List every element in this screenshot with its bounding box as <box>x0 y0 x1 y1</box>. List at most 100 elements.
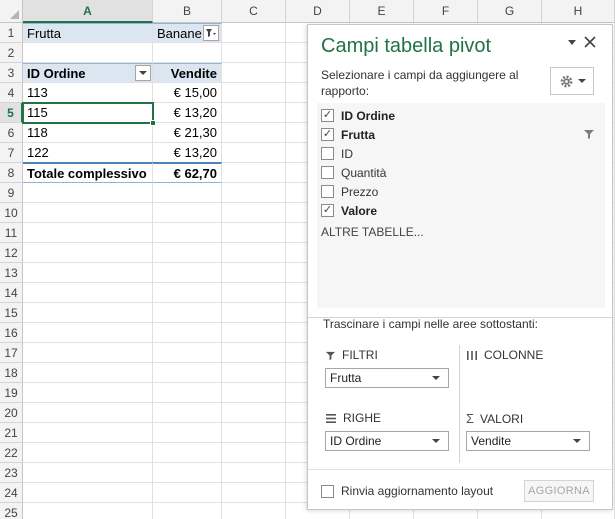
grid-cell[interactable] <box>222 303 286 323</box>
field-row-id[interactable]: ID <box>321 144 601 163</box>
grid-cell[interactable] <box>23 323 153 343</box>
grid-cell[interactable] <box>222 343 286 363</box>
grid-cell[interactable] <box>222 243 286 263</box>
row-header-8[interactable]: 8 <box>0 163 23 183</box>
column-header-f[interactable]: F <box>414 0 478 23</box>
row-header-11[interactable]: 11 <box>0 223 23 243</box>
row-header-20[interactable]: 20 <box>0 403 23 423</box>
grid-cell[interactable] <box>153 203 222 223</box>
cell-a3[interactable]: ID Ordine <box>23 63 153 83</box>
column-header-c[interactable]: C <box>222 0 286 23</box>
grid-cell[interactable] <box>153 483 222 503</box>
grid-cell[interactable] <box>222 323 286 343</box>
cell-a8[interactable]: Totale complessivo <box>23 162 153 183</box>
row-header-7[interactable]: 7 <box>0 143 23 163</box>
grid-cell[interactable] <box>222 483 286 503</box>
field-checkbox-quantita[interactable] <box>321 166 334 179</box>
row-header-9[interactable]: 9 <box>0 183 23 203</box>
row-labels-dropdown-button[interactable] <box>135 65 151 81</box>
row-header-22[interactable]: 22 <box>0 443 23 463</box>
grid-cell[interactable] <box>222 23 286 43</box>
grid-cell[interactable] <box>222 283 286 303</box>
field-checkbox-id-ordine[interactable]: ✓ <box>321 109 334 122</box>
grid-cell[interactable] <box>222 63 286 83</box>
grid-cell[interactable] <box>23 43 153 63</box>
cell-a5[interactable]: 115 <box>23 103 153 123</box>
grid-cell[interactable] <box>23 443 153 463</box>
grid-cell[interactable] <box>153 243 222 263</box>
grid-cell[interactable] <box>23 223 153 243</box>
grid-cell[interactable] <box>153 283 222 303</box>
grid-cell[interactable] <box>153 343 222 363</box>
cell-b7[interactable]: € 13,20 <box>153 143 222 163</box>
column-header-a[interactable]: A <box>23 0 153 23</box>
grid-cell[interactable] <box>222 443 286 463</box>
grid-cell[interactable] <box>222 463 286 483</box>
row-header-19[interactable]: 19 <box>0 383 23 403</box>
field-checkbox-frutta[interactable]: ✓ <box>321 128 334 141</box>
field-row-frutta[interactable]: ✓ Frutta <box>321 125 601 144</box>
grid-cell[interactable] <box>222 423 286 443</box>
row-header-25[interactable]: 25 <box>0 503 23 519</box>
row-header-5[interactable]: 5 <box>0 103 23 123</box>
rows-field-dropdown[interactable]: ID Ordine <box>325 431 449 451</box>
row-header-14[interactable]: 14 <box>0 283 23 303</box>
row-header-12[interactable]: 12 <box>0 243 23 263</box>
values-field-dropdown[interactable]: Vendite <box>466 431 590 451</box>
column-header-g[interactable]: G <box>478 0 542 23</box>
grid-cell[interactable] <box>23 303 153 323</box>
cell-b8[interactable]: € 62,70 <box>153 162 222 183</box>
grid-cell[interactable] <box>153 223 222 243</box>
row-header-13[interactable]: 13 <box>0 263 23 283</box>
grid-cell[interactable] <box>23 403 153 423</box>
filter-dropdown-button[interactable] <box>203 25 219 41</box>
grid-cell[interactable] <box>222 263 286 283</box>
grid-cell[interactable] <box>222 123 286 143</box>
row-header-4[interactable]: 4 <box>0 83 23 103</box>
grid-cell[interactable] <box>222 183 286 203</box>
row-header-18[interactable]: 18 <box>0 363 23 383</box>
grid-cell[interactable] <box>23 483 153 503</box>
field-list-settings-button[interactable] <box>550 67 594 95</box>
pane-close-button[interactable] <box>583 35 597 52</box>
grid-cell[interactable] <box>23 283 153 303</box>
field-row-quantita[interactable]: Quantità <box>321 163 601 182</box>
grid-cell[interactable] <box>153 303 222 323</box>
grid-cell[interactable] <box>153 463 222 483</box>
grid-cell[interactable] <box>153 443 222 463</box>
row-header-3[interactable]: 3 <box>0 63 23 83</box>
row-header-24[interactable]: 24 <box>0 483 23 503</box>
cell-b3[interactable]: Vendite <box>153 63 222 83</box>
grid-cell[interactable] <box>153 263 222 283</box>
cell-b4[interactable]: € 15,00 <box>153 83 222 103</box>
row-header-21[interactable]: 21 <box>0 423 23 443</box>
row-header-2[interactable]: 2 <box>0 43 23 63</box>
cell-a4[interactable]: 113 <box>23 83 153 103</box>
row-header-10[interactable]: 10 <box>0 203 23 223</box>
grid-cell[interactable] <box>153 383 222 403</box>
select-all-corner[interactable] <box>0 0 23 23</box>
grid-cell[interactable] <box>23 383 153 403</box>
row-header-23[interactable]: 23 <box>0 463 23 483</box>
grid-cell[interactable] <box>153 363 222 383</box>
field-checkbox-valore[interactable]: ✓ <box>321 204 334 217</box>
grid-cell[interactable] <box>222 103 286 123</box>
column-header-b[interactable]: B <box>153 0 222 23</box>
grid-cell[interactable] <box>153 403 222 423</box>
defer-layout-option[interactable]: Rinvia aggiornamento layout <box>321 484 493 498</box>
more-tables-link[interactable]: ALTRE TABELLE... <box>321 225 424 239</box>
grid-cell[interactable] <box>23 203 153 223</box>
grid-cell[interactable] <box>23 503 153 519</box>
grid-cell[interactable] <box>153 323 222 343</box>
row-header-15[interactable]: 15 <box>0 303 23 323</box>
grid-cell[interactable] <box>23 263 153 283</box>
field-checkbox-prezzo[interactable] <box>321 185 334 198</box>
field-row-valore[interactable]: ✓ Valore <box>321 201 601 220</box>
grid-cell[interactable] <box>23 463 153 483</box>
field-checkbox-id[interactable] <box>321 147 334 160</box>
grid-cell[interactable] <box>222 503 286 519</box>
cell-b5[interactable]: € 13,20 <box>153 103 222 123</box>
grid-cell[interactable] <box>153 503 222 519</box>
cell-b6[interactable]: € 21,30 <box>153 123 222 143</box>
cell-a1[interactable]: Frutta <box>23 23 153 43</box>
